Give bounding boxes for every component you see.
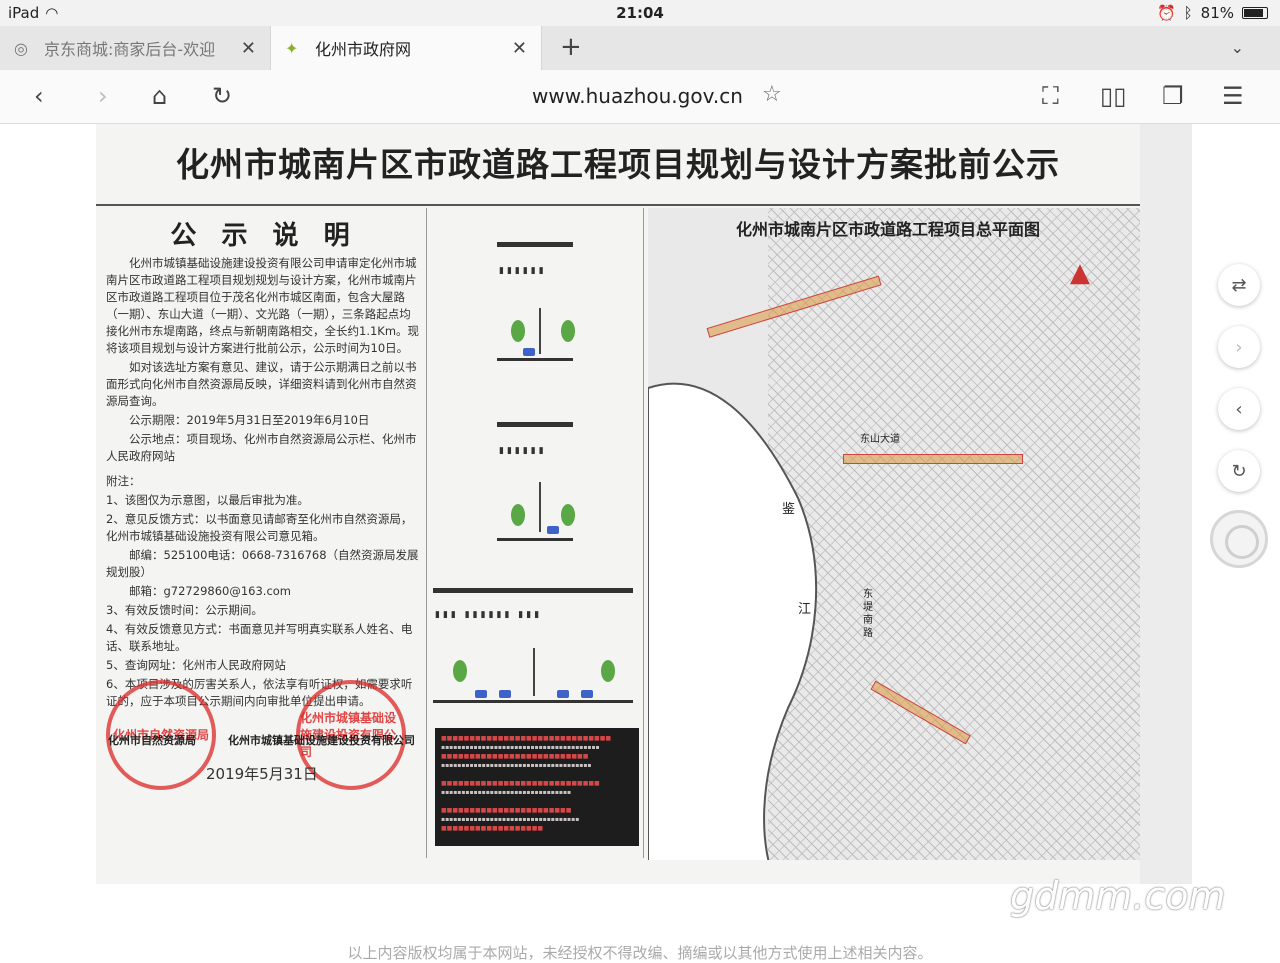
- close-icon[interactable]: ✕: [512, 38, 527, 59]
- reader-book-icon[interactable]: ▯▯: [1100, 82, 1126, 110]
- road-highlight: [843, 454, 1023, 464]
- car-icon: [547, 526, 559, 534]
- cross-section-diagram: ▮▮▮▮▮▮: [427, 408, 643, 558]
- note-item: 5、查询网址：化州市人民政府网站: [106, 658, 286, 672]
- tab-label: 京东商城:商家后台-欢迎: [44, 40, 216, 59]
- tree-icon: [561, 320, 575, 342]
- signer-right: 化州市城镇基础设施建设投资有限公司: [228, 734, 415, 747]
- site-plan-map: 化州市城南片区市政道路工程项目总平面图 ▲ 东山大道 鉴 江 东堤南路: [648, 208, 1140, 860]
- tree-icon: [511, 504, 525, 526]
- info-panel: ■■■■■■■■■■■■■■■■■■■■■■■■■■■■■■ ▪▪▪▪▪▪▪▪▪…: [435, 728, 639, 846]
- map-label: 东山大道: [860, 434, 900, 445]
- note-item: 邮编：525100电话：0668-7316768（自然资源局发展规划股）: [106, 548, 419, 579]
- map-label: 东堤南路: [863, 589, 873, 639]
- tree-icon: [601, 660, 615, 682]
- home-icon[interactable]: ⌂: [152, 82, 167, 110]
- back-icon[interactable]: ‹: [1218, 388, 1260, 430]
- clock: 21:04: [616, 4, 664, 22]
- forward-icon[interactable]: ›: [1218, 326, 1260, 368]
- lane-marks: ▮▮▮▮▮▮: [499, 446, 547, 456]
- notice-location: 公示地点：项目现场、化州市自然资源局公示栏、化州市人民政府网站: [106, 432, 417, 463]
- tree-icon: [453, 660, 467, 682]
- back-icon[interactable]: ‹: [34, 82, 44, 110]
- scan-icon[interactable]: ⛶: [1042, 82, 1059, 110]
- map-title: 化州市城南片区市政道路工程项目总平面图: [736, 220, 1041, 239]
- notice-period: 公示期限：2019年5月31日至2019年6月10日: [129, 413, 370, 427]
- tab-huazhou[interactable]: ✦ 化州市政府网 ✕: [270, 26, 542, 70]
- watermark-logo: gdmm.com: [1010, 874, 1226, 918]
- section-bar: [433, 588, 633, 593]
- bluetooth-icon: ᛒ: [1183, 4, 1193, 22]
- notice-paragraph: 化州市城镇基础设施建设投资有限公司申请审定化州市城南片区市政道路工程项目规划规划…: [106, 256, 420, 355]
- lane-marks: ▮▮▮ ▮▮▮▮▮▮ ▮▮▮: [435, 610, 543, 620]
- forward-icon[interactable]: ›: [98, 82, 108, 110]
- new-tab-button[interactable]: +: [560, 32, 582, 62]
- lamp-post: [539, 308, 541, 354]
- battery-percent: 81%: [1200, 4, 1234, 22]
- refresh-icon[interactable]: ↻: [1218, 450, 1260, 492]
- globe-icon: ◎: [14, 38, 28, 58]
- map-label: 鉴: [782, 502, 796, 517]
- tab-label: 化州市政府网: [315, 40, 412, 59]
- north-arrow-icon: ▲: [1070, 258, 1090, 288]
- note-item: 2、意见反馈方式：以书面意见请邮寄至化州市自然资源局，化州市城镇基础设施投资有限…: [106, 512, 413, 543]
- map-label: 江: [798, 602, 812, 617]
- tree-icon: [561, 504, 575, 526]
- site-favicon-icon: ✦: [285, 38, 299, 58]
- river-shape: [648, 382, 818, 860]
- note-item: 4、有效反馈意见方式：书面意见并写明真实联系人姓名、电话、联系地址。: [106, 622, 413, 653]
- notice-text-panel: 公 示 说 明 化州市城镇基础设施建设投资有限公司申请审定化州市城南片区市政道路…: [106, 220, 422, 860]
- car-icon: [557, 690, 569, 698]
- divider: [96, 204, 1140, 206]
- tab-jd[interactable]: ◎ 京东商城:商家后台-欢迎 ✕: [0, 26, 270, 70]
- tab-bar: ◎ 京东商城:商家后台-欢迎 ✕ ✦ 化州市政府网 ✕ + ⌄: [0, 26, 1280, 70]
- section-bar: [497, 242, 573, 247]
- note-item: 1、该图仅为示意图，以最后审批为准。: [106, 493, 309, 507]
- close-icon[interactable]: ✕: [241, 38, 256, 59]
- car-icon: [475, 690, 487, 698]
- notice-paragraph: 如对该选址方案有意见、建议，请于公示期满日之前以书面形式向化州市自然资源局反映，…: [106, 360, 417, 408]
- note-item: 邮箱：g72729860@163.com: [129, 584, 291, 598]
- note-item: 3、有效反馈时间：公示期间。: [106, 603, 263, 617]
- signer-left: 化州市自然资源局: [108, 734, 196, 747]
- browser-toolbar: ‹ › ⌂ ↻ www.huazhou.gov.cn ☆ ⛶ ▯▯ ❐ ☰: [0, 70, 1280, 124]
- alarm-icon: ⏰: [1156, 4, 1176, 22]
- menu-icon[interactable]: ☰: [1222, 82, 1244, 110]
- road-base: [497, 538, 573, 541]
- lamp-post: [533, 648, 535, 696]
- lamp-post: [539, 482, 541, 532]
- paper-edge: [1140, 124, 1192, 884]
- cross-section-panel: ▮▮▮▮▮▮ ▮▮▮▮▮▮ ▮▮▮ ▮▮▮▮▮▮ ▮▮▮ ■■■■■■■■■■■…: [426, 208, 644, 858]
- status-bar: iPad ◠ 21:04 ⏰ ᛒ 81%: [0, 0, 1280, 26]
- tree-icon: [511, 320, 525, 342]
- reload-icon[interactable]: ↻: [212, 82, 232, 110]
- swap-icon[interactable]: ⇄: [1218, 264, 1260, 306]
- section-bar: [497, 422, 573, 427]
- cross-section-diagram: ▮▮▮▮▮▮: [427, 228, 643, 378]
- bookmark-star-icon[interactable]: ☆: [762, 82, 782, 107]
- page-content: 化州市城南片区市政道路工程项目规划与设计方案批前公示 公 示 说 明 化州市城镇…: [0, 124, 1280, 960]
- poster-title: 化州市城南片区市政道路工程项目规划与设计方案批前公示: [176, 145, 1060, 184]
- car-icon: [499, 690, 511, 698]
- notice-photo: 化州市城南片区市政道路工程项目规划与设计方案批前公示 公 示 说 明 化州市城镇…: [96, 124, 1192, 884]
- road-base: [497, 358, 573, 361]
- lane-marks: ▮▮▮▮▮▮: [499, 266, 547, 276]
- chevron-down-icon[interactable]: ⌄: [1231, 38, 1244, 57]
- road-base: [433, 700, 633, 703]
- address-bar[interactable]: www.huazhou.gov.cn: [532, 84, 743, 108]
- notes-title: 附注：: [106, 474, 141, 488]
- car-icon: [581, 690, 593, 698]
- notice-date: 2019年5月31日: [206, 765, 318, 783]
- cross-section-diagram: ▮▮▮ ▮▮▮▮▮▮ ▮▮▮: [427, 578, 643, 718]
- notice-heading: 公 示 说 明: [170, 221, 358, 251]
- tabs-overview-icon[interactable]: ❐: [1162, 82, 1184, 110]
- notice-poster: 化州市城南片区市政道路工程项目规划与设计方案批前公示 公 示 说 明 化州市城镇…: [96, 124, 1192, 884]
- battery-icon: [1242, 7, 1268, 19]
- assistive-touch-icon[interactable]: [1210, 510, 1268, 568]
- car-icon: [523, 348, 535, 356]
